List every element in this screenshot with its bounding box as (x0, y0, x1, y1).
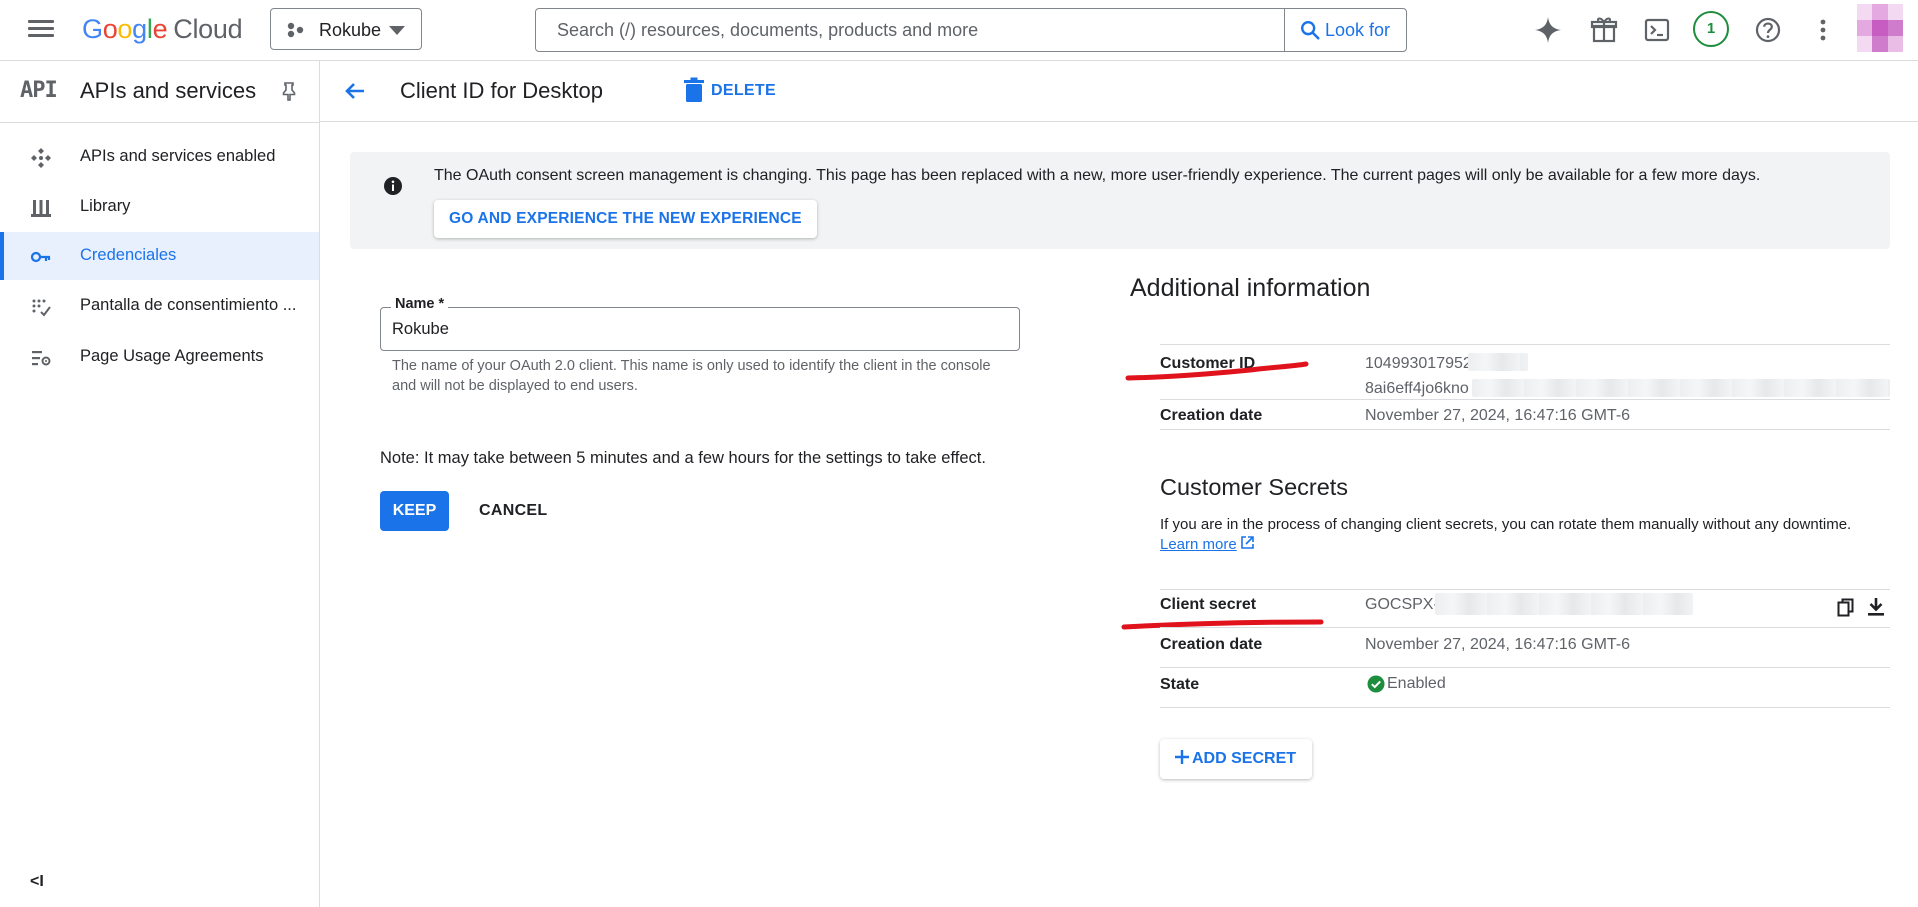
top-bar: GoogleCloud Rokube Look for 1 (0, 0, 1918, 61)
sidebar: API APIs and services APIs and services … (0, 61, 320, 907)
divider (1160, 707, 1890, 709)
gift-icon[interactable] (1587, 13, 1621, 47)
back-arrow-icon[interactable] (342, 78, 368, 104)
settings-list-icon (32, 351, 51, 366)
search-input[interactable] (537, 10, 1277, 50)
name-input[interactable] (382, 312, 1012, 346)
settings-note: Note: It may take between 5 minutes and … (380, 449, 986, 467)
external-link-icon[interactable] (1240, 535, 1255, 550)
chevron-down-icon (389, 26, 405, 35)
customer-id-value-line2: 8ai6eff4jo6kno (1365, 380, 1469, 397)
client-secret-label: Client secret (1160, 596, 1257, 613)
copy-icon[interactable] (1837, 598, 1855, 618)
creation-date-row: Creation date November 27, 2024, 16:47:1… (1160, 399, 1890, 430)
avatar[interactable] (1857, 4, 1903, 52)
sidebar-item-label: Library (80, 197, 131, 215)
search-icon (1301, 21, 1320, 40)
additional-info-heading: Additional information (1130, 274, 1371, 302)
sidebar-item-page-usage-agreements[interactable]: Page Usage Agreements (0, 333, 319, 381)
name-helper-text: The name of your OAuth 2.0 client. This … (392, 358, 991, 394)
sidebar-item-label: APIs and services enabled (80, 147, 276, 165)
name-field-label: Name * (391, 296, 449, 312)
download-icon[interactable] (1867, 597, 1885, 617)
key-icon (30, 251, 51, 263)
learn-more-link[interactable]: Learn more (1160, 536, 1237, 553)
banner-message: The OAuth consent screen management is c… (434, 167, 1761, 184)
page-title: Client ID for Desktop (400, 78, 603, 103)
api-logo-icon: API (20, 78, 58, 103)
pin-icon[interactable] (280, 81, 298, 101)
search-bar: Look for (535, 8, 1407, 52)
consent-icon (32, 299, 51, 317)
project-icon (287, 22, 304, 38)
sidebar-header: API APIs and services (0, 61, 319, 123)
sidebar-item-label: Pantalla de consentimiento ... (80, 296, 297, 314)
project-selector[interactable]: Rokube (270, 8, 422, 50)
redacted-area (1435, 593, 1693, 615)
plus-icon (1175, 750, 1189, 764)
add-secret-button[interactable]: ADD SECRET (1160, 739, 1313, 779)
search-button[interactable]: Look for (1284, 9, 1407, 51)
search-button-label: Look for (1325, 20, 1391, 40)
customer-secrets-description: If you are in the process of changing cl… (1160, 516, 1852, 533)
cloud-shell-icon[interactable] (1640, 13, 1674, 47)
main-menu-icon[interactable] (28, 18, 54, 40)
cloud-wordmark: Cloud (173, 14, 243, 44)
add-secret-label: ADD SECRET (1192, 750, 1297, 767)
customer-secrets-heading: Customer Secrets (1160, 474, 1349, 500)
cancel-button[interactable]: CANCEL (479, 491, 547, 531)
gemini-sparkle-icon[interactable] (1531, 13, 1565, 47)
page-header: Client ID for Desktop DELETE (320, 61, 1918, 122)
sidebar-item-consent-screen[interactable]: Pantalla de consentimiento ... (0, 282, 319, 330)
name-field: Name * (380, 296, 1020, 351)
collapse-sidebar-button[interactable]: <I (30, 873, 44, 891)
red-annotation-underline (1125, 361, 1309, 381)
more-vert-icon[interactable] (1806, 13, 1840, 47)
hub-icon (31, 148, 51, 168)
oauth-change-banner: The OAuth consent screen management is c… (350, 152, 1890, 249)
check-circle-icon (1367, 675, 1385, 693)
info-icon (384, 177, 402, 195)
divider (1160, 429, 1890, 431)
help-icon[interactable] (1751, 13, 1785, 47)
notifications-badge[interactable]: 1 (1693, 11, 1729, 47)
google-cloud-logo[interactable]: Google Cloud (82, 14, 243, 45)
trash-icon (684, 77, 704, 102)
sidebar-item-credentials[interactable]: Credenciales (0, 232, 319, 280)
sidebar-item-label: Credenciales (80, 246, 177, 264)
secret-creation-date-value: November 27, 2024, 16:47:16 GMT-6 (1365, 636, 1631, 653)
sidebar-title: APIs and services (80, 78, 257, 103)
redacted-area (1472, 379, 1890, 397)
customer-id-value-line1: 104993017952 (1365, 355, 1472, 372)
delete-button-label: DELETE (711, 82, 776, 99)
save-button[interactable]: KEEP (380, 491, 449, 531)
library-icon (31, 200, 51, 217)
sidebar-item-apis-enabled[interactable]: APIs and services enabled (0, 133, 319, 181)
try-new-experience-button[interactable]: GO AND EXPERIENCE THE NEW EXPERIENCE (434, 200, 817, 238)
sidebar-item-library[interactable]: Library (0, 183, 319, 231)
secret-creation-date-label: Creation date (1160, 636, 1263, 653)
redacted-area (1468, 353, 1528, 371)
secret-state-row: State (1160, 667, 1890, 708)
project-name: Rokube (319, 20, 382, 40)
secret-state-label: State (1160, 676, 1200, 693)
secret-creation-date-row: Creation date November 27, 2024, 16:47:1… (1160, 627, 1890, 668)
sidebar-item-label: Page Usage Agreements (80, 347, 264, 365)
creation-date-value: November 27, 2024, 16:47:16 GMT-6 (1365, 407, 1631, 424)
secret-state-value: Enabled (1387, 675, 1446, 692)
google-wordmark: Google (82, 14, 168, 44)
creation-date-label: Creation date (1160, 407, 1263, 424)
